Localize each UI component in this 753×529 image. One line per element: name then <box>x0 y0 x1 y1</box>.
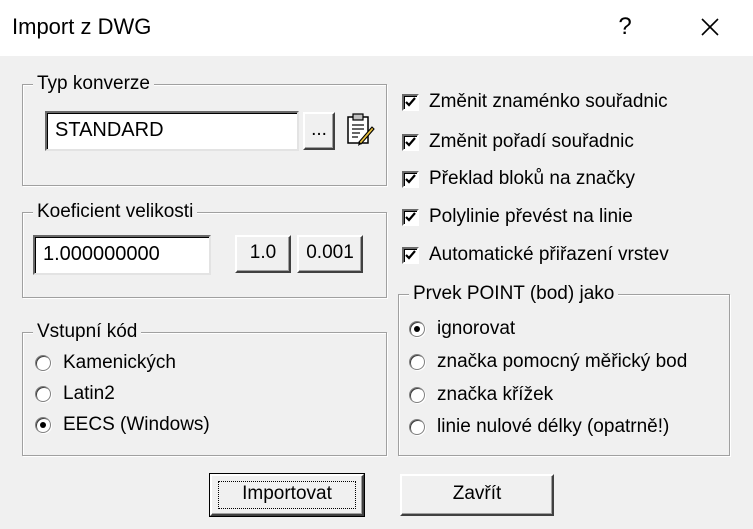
point-element-legend: Prvek POINT (bod) jako <box>409 282 619 306</box>
help-button[interactable]: ? <box>610 8 640 46</box>
option-label: Automatické přiřazení vrstev <box>429 244 669 265</box>
radio-button-selected <box>35 417 51 433</box>
close-icon <box>701 18 719 36</box>
conversion-type-legend: Typ konverze <box>33 72 154 96</box>
radio-button <box>409 387 425 403</box>
input-encoding-legend: Vstupní kód <box>33 320 142 344</box>
encoding-option-latin2[interactable]: Latin2 <box>35 380 115 408</box>
checkbox-checked <box>402 93 419 111</box>
window-title: Import z DWG <box>12 14 152 39</box>
encoding-option-label: Kamenických <box>63 352 176 373</box>
encoding-option-label: Latin2 <box>63 383 115 404</box>
checkbox-checked <box>402 208 419 226</box>
encoding-option-eecs[interactable]: EECS (Windows) <box>35 411 210 439</box>
point-element-group: Prvek POINT (bod) jako ignorovat značka … <box>398 282 730 456</box>
browse-conversion-button[interactable]: ... <box>303 112 335 150</box>
close-window-button[interactable] <box>690 8 730 46</box>
focus-ring <box>218 481 356 509</box>
option-label: Polylinie převést na linie <box>429 206 633 227</box>
scale-coefficient-legend: Koeficient velikosti <box>33 200 198 224</box>
scale-coefficient-group: Koeficient velikosti 1.000000000 1.0 0.0… <box>22 200 387 298</box>
radio-button <box>409 354 425 370</box>
point-option-label: značka křížek <box>437 384 554 405</box>
point-option-label: značka pomocný měřický bod <box>437 351 688 372</box>
checkbox-checked <box>402 246 419 264</box>
point-option-cross[interactable]: značka křížek <box>409 381 553 409</box>
point-option-zero-line[interactable]: linie nulové délky (opatrně!) <box>409 413 669 441</box>
clipboard-edit-icon <box>347 113 375 146</box>
option-label: Překlad bloků na značky <box>429 168 635 189</box>
conversion-type-field[interactable]: STANDARD <box>45 111 299 151</box>
input-encoding-group: Vstupní kód Kamenických Latin2 EECS (Win… <box>22 320 387 456</box>
scale-0001-button[interactable]: 0.001 <box>297 235 363 273</box>
option-polylines-to-lines[interactable]: Polylinie převést na linie <box>402 203 633 231</box>
scale-coefficient-field[interactable]: 1.000000000 <box>33 235 211 275</box>
option-change-order[interactable]: Změnit pořadí souřadnic <box>402 128 634 156</box>
checkbox-checked <box>402 170 419 188</box>
point-option-survey-point[interactable]: značka pomocný měřický bod <box>409 348 687 376</box>
point-option-label: linie nulové délky (opatrně!) <box>437 416 670 437</box>
dialog-body: Typ konverze STANDARD ... Koeficient vel… <box>0 56 753 529</box>
radio-button <box>409 419 425 435</box>
option-change-sign[interactable]: Změnit znaménko souřadnic <box>402 88 668 116</box>
title-bar: Import z DWG ? <box>0 0 753 56</box>
option-label: Změnit znaménko souřadnic <box>429 91 668 112</box>
radio-button-selected <box>409 321 425 337</box>
edit-conversion-button[interactable] <box>345 112 375 148</box>
checkbox-checked <box>402 133 419 151</box>
encoding-option-kamenickych[interactable]: Kamenických <box>35 349 176 377</box>
encoding-option-label: EECS (Windows) <box>63 414 210 435</box>
option-blocks-to-symbols[interactable]: Překlad bloků na značky <box>402 165 635 193</box>
close-button[interactable]: Zavřít <box>400 474 554 516</box>
radio-button <box>35 386 51 402</box>
conversion-type-group: Typ konverze STANDARD ... <box>22 72 387 186</box>
radio-button <box>35 355 51 371</box>
point-option-label: ignorovat <box>437 318 516 339</box>
option-label: Změnit pořadí souřadnic <box>429 131 634 152</box>
scale-1-button[interactable]: 1.0 <box>235 235 291 273</box>
option-auto-layers[interactable]: Automatické přiřazení vrstev <box>402 241 669 269</box>
import-button[interactable]: Importovat <box>209 473 365 517</box>
point-option-ignore[interactable]: ignorovat <box>409 315 515 343</box>
